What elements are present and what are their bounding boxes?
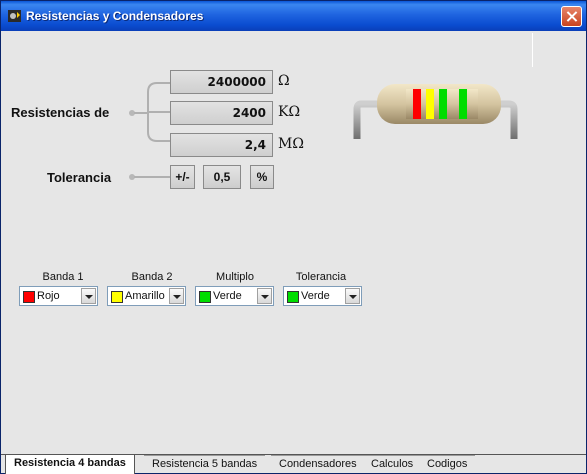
resistance-label: Resistencias de — [11, 105, 110, 120]
app-window: Resistencias y Condensadores Resistencia… — [0, 0, 587, 474]
band1-swatch — [23, 291, 35, 303]
resistor-band-tolerance — [459, 89, 467, 119]
chevron-down-icon[interactable] — [345, 288, 360, 304]
tab-resistencia-4-bandas[interactable]: Resistencia 4 bandas — [5, 454, 135, 474]
chevron-down-icon[interactable] — [257, 288, 272, 304]
kohms-unit: KΩ — [278, 104, 301, 120]
tab-calculos[interactable]: Calculos — [363, 455, 422, 473]
percent-button[interactable]: % — [250, 165, 274, 189]
plusminus-button[interactable]: +/- — [170, 165, 195, 189]
multiplier-swatch — [199, 291, 211, 303]
multiplier-select[interactable]: Verde — [195, 286, 274, 306]
kohms-field[interactable]: 2400 — [170, 101, 273, 125]
resistor-image — [353, 84, 518, 139]
tolerance-label: Tolerancia — [47, 170, 112, 185]
tab-bar: Resistencia 4 bandas Resistencia 5 banda… — [1, 454, 586, 474]
resistor-band-1 — [413, 89, 421, 119]
multiplier-value: Verde — [213, 290, 242, 302]
ohms-field[interactable]: 2400000 — [170, 70, 273, 94]
tolerance-band-label: Tolerancia — [295, 271, 347, 283]
tolerance-line — [134, 176, 170, 178]
band2-label: Banda 2 — [131, 271, 173, 283]
band1-value: Rojo — [37, 290, 60, 302]
mohms-unit: MΩ — [278, 136, 304, 152]
tab-resistencia-5-bandas[interactable]: Resistencia 5 bandas — [144, 455, 266, 473]
bracket-lines — [147, 82, 171, 142]
mohms-field[interactable]: 2,4 — [170, 133, 273, 157]
band1-label: Banda 1 — [42, 271, 84, 283]
band2-select[interactable]: Amarillo — [107, 286, 186, 306]
ohms-unit: Ω — [278, 73, 290, 89]
title-bar[interactable]: Resistencias y Condensadores — [1, 1, 586, 31]
chevron-down-icon[interactable] — [81, 288, 96, 304]
tolerance-band-value: Verde — [301, 290, 330, 302]
resistor-app-icon — [8, 10, 21, 22]
tolerance-value-field[interactable]: 0,5 — [203, 165, 241, 189]
window-title: Resistencias y Condensadores — [26, 9, 204, 23]
resistor-band-multiplier — [439, 89, 447, 119]
band2-swatch — [111, 291, 123, 303]
tab-codigos[interactable]: Codigos — [419, 455, 476, 473]
chevron-down-icon[interactable] — [169, 288, 184, 304]
multiplier-label: Multiplo — [216, 271, 254, 283]
band2-value: Amarillo — [125, 290, 165, 302]
separator — [532, 33, 533, 67]
resistor-band-2 — [426, 89, 434, 119]
tolerance-swatch — [287, 291, 299, 303]
tab-condensadores[interactable]: Condensadores — [271, 455, 365, 473]
close-button[interactable] — [561, 6, 582, 27]
band1-select[interactable]: Rojo — [19, 286, 98, 306]
tolerance-select[interactable]: Verde — [283, 286, 362, 306]
